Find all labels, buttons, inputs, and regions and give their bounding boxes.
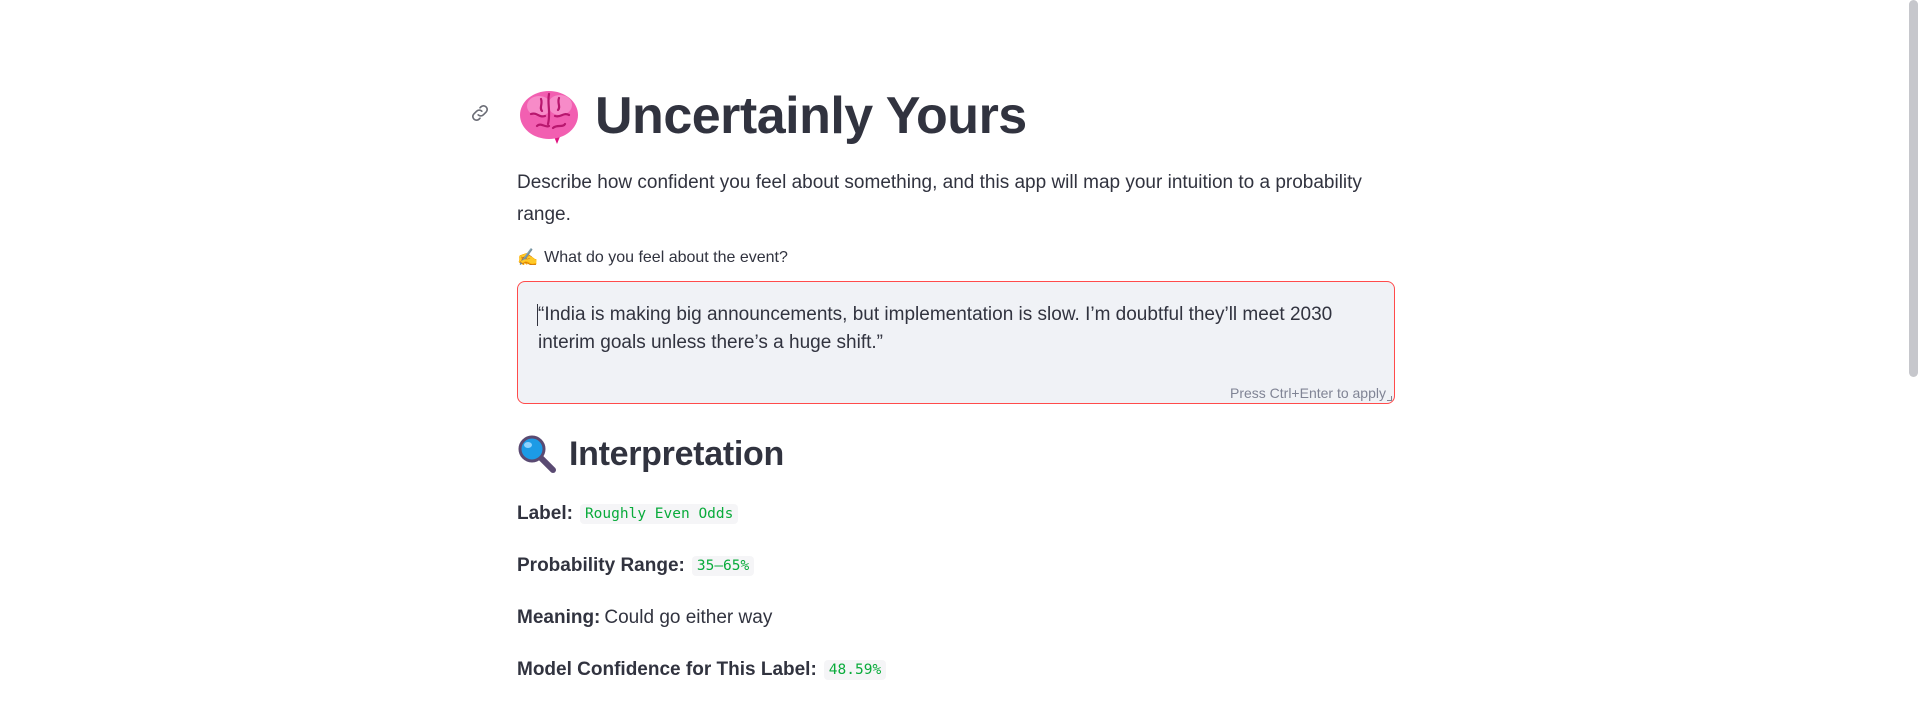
scrollbar-thumb[interactable] (1909, 0, 1918, 377)
event-textarea-value[interactable]: “India is making big announcements, but … (538, 301, 1368, 357)
range-value: 35–65% (691, 556, 755, 576)
meaning-key: Meaning: (517, 607, 601, 628)
meaning-value: Could go either way (604, 607, 773, 628)
result-meaning-row: Meaning: Could go either way (517, 603, 1397, 633)
writing-hand-icon: ✍️ (517, 248, 539, 267)
result-range-row: Probability Range: 35–65% (517, 551, 1397, 581)
main-content: Uncertainly Yours Describe how confident… (472, 78, 1397, 685)
event-input-label-text: What do you feel about the event? (544, 249, 788, 266)
result-label-row: Label: Roughly Even Odds (517, 499, 1397, 529)
page-title: Uncertainly Yours (595, 87, 1027, 145)
app-page: Uncertainly Yours Describe how confident… (0, 0, 1920, 709)
magnifying-glass-icon (517, 434, 557, 474)
vertical-scrollbar[interactable] (1906, 0, 1920, 709)
result-confidence-row: Model Confidence for This Label: 48.59% (517, 655, 1397, 685)
page-title-row: Uncertainly Yours (472, 78, 1397, 154)
page-description: Describe how confident you feel about so… (517, 172, 1362, 225)
label-key: Label: (517, 503, 573, 524)
label-value: Roughly Even Odds (579, 504, 739, 524)
brain-icon (517, 84, 581, 148)
interpretation-heading: Interpretation (517, 430, 1397, 478)
interpretation-title: Interpretation (569, 434, 784, 473)
event-textarea[interactable]: “India is making big announcements, but … (517, 281, 1395, 404)
confidence-key: Model Confidence for This Label: (517, 659, 817, 680)
event-input-label: ✍️ What do you feel about the event? (517, 247, 1397, 269)
range-key: Probability Range: (517, 555, 685, 576)
resize-handle[interactable] (1387, 396, 1392, 401)
link-icon[interactable] (467, 100, 493, 126)
confidence-value: 48.59% (823, 660, 887, 680)
apply-hint: Press Ctrl+Enter to apply (1229, 385, 1386, 401)
